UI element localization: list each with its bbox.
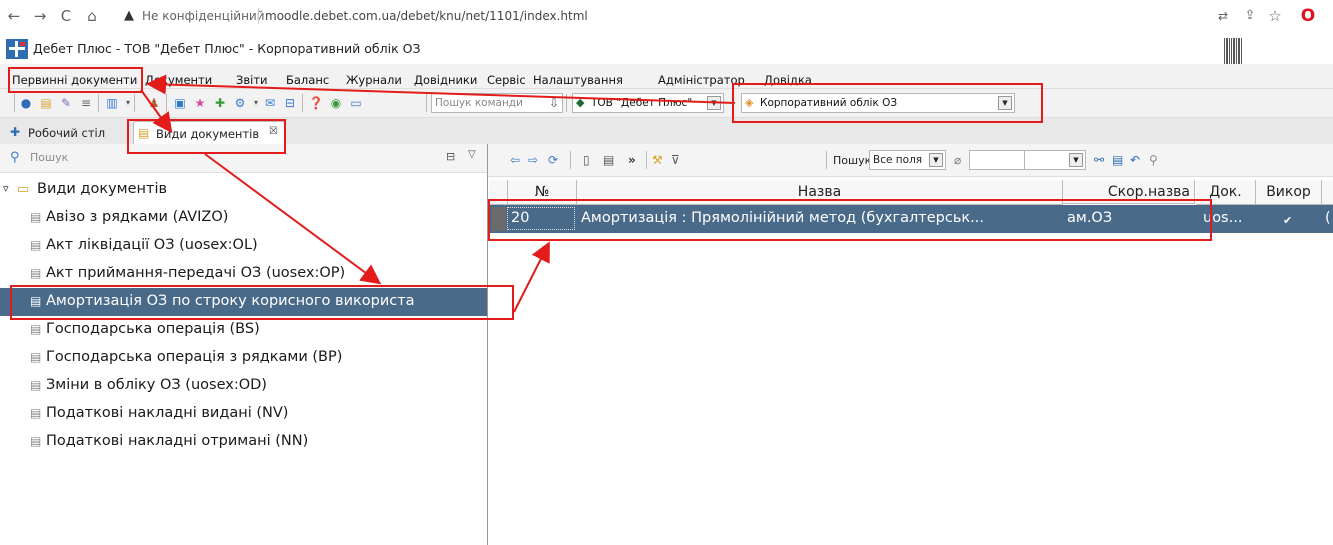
arrow-tab-to-tree xyxy=(204,153,382,285)
arrow-tree-to-row xyxy=(513,241,550,313)
arrow-menu-to-tab xyxy=(140,89,173,134)
annotation-arrows xyxy=(140,74,736,313)
arrow-config-to-menu xyxy=(146,74,736,104)
